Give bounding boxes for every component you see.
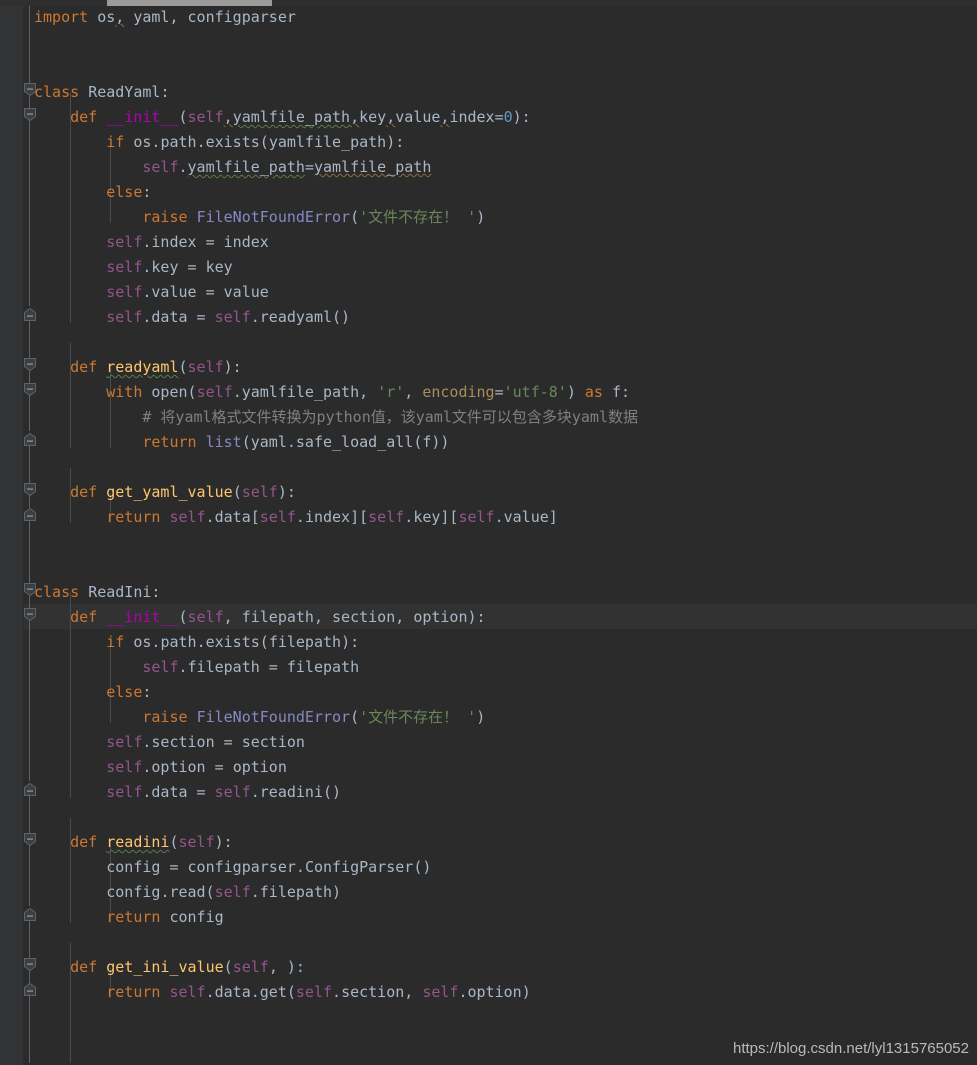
fold-marker-block-end-icon[interactable] bbox=[24, 908, 36, 921]
fold-rail bbox=[29, 518, 30, 585]
fold-marker-expanded-icon[interactable] bbox=[24, 958, 36, 971]
code-line[interactable]: if os.path.exists(filepath): bbox=[0, 630, 977, 655]
fold-rail bbox=[29, 620, 30, 781]
fold-marker-block-end-icon[interactable] bbox=[24, 508, 36, 521]
code-line[interactable]: self.option = option bbox=[0, 755, 977, 780]
fold-rail bbox=[29, 370, 30, 383]
fold-rail bbox=[29, 443, 30, 485]
code-content-area[interactable]: import os, yaml, configparser class Read… bbox=[0, 0, 977, 1065]
code-line[interactable]: config.read(self.filepath) bbox=[0, 880, 977, 905]
code-line[interactable]: self.index = index bbox=[0, 230, 977, 255]
code-line[interactable]: with open(self.yamlfile_path, 'r', encod… bbox=[0, 380, 977, 405]
code-line[interactable]: else: bbox=[0, 680, 977, 705]
code-line[interactable]: self.yamlfile_path=yamlfile_path bbox=[0, 155, 977, 180]
fold-marker-expanded-icon[interactable] bbox=[24, 108, 36, 121]
fold-marker-block-end-icon[interactable] bbox=[24, 783, 36, 796]
code-line[interactable]: self.key = key bbox=[0, 255, 977, 280]
code-line[interactable]: return config bbox=[0, 905, 977, 930]
code-line[interactable]: return list(yaml.safe_load_all(f)) bbox=[0, 430, 977, 455]
fold-marker-expanded-icon[interactable] bbox=[24, 833, 36, 846]
code-line[interactable]: self.value = value bbox=[0, 280, 977, 305]
fold-marker-expanded-icon[interactable] bbox=[24, 608, 36, 621]
code-line[interactable]: def get_yaml_value(self): bbox=[0, 480, 977, 505]
code-line[interactable]: class ReadYaml: bbox=[0, 80, 977, 105]
code-line[interactable]: class ReadIni: bbox=[0, 580, 977, 605]
code-editor[interactable]: import os, yaml, configparser class Read… bbox=[0, 0, 977, 1065]
fold-marker-block-end-icon[interactable] bbox=[24, 983, 36, 996]
code-line[interactable]: self.section = section bbox=[0, 730, 977, 755]
fold-rail bbox=[29, 993, 30, 1063]
code-line[interactable]: def __init__(self,yamlfile_path,key,valu… bbox=[0, 105, 977, 130]
code-line[interactable]: return self.data[self.index][self.key][s… bbox=[0, 505, 977, 530]
fold-rail bbox=[29, 6, 30, 86]
fold-marker-expanded-icon[interactable] bbox=[24, 583, 36, 596]
fold-marker-block-end-icon[interactable] bbox=[24, 308, 36, 321]
fold-marker-expanded-icon[interactable] bbox=[24, 83, 36, 96]
code-line[interactable]: raise FileNotFoundError('文件不存在！ ') bbox=[0, 705, 977, 730]
fold-marker-block-end-icon[interactable] bbox=[24, 433, 36, 446]
code-line[interactable]: self.filepath = filepath bbox=[0, 655, 977, 680]
horizontal-scrollbar-track[interactable] bbox=[0, 0, 977, 6]
code-line[interactable]: def __init__(self, filepath, section, op… bbox=[0, 605, 977, 630]
fold-rail bbox=[29, 120, 30, 306]
fold-rail bbox=[29, 970, 30, 983]
code-line[interactable]: self.data = self.readini() bbox=[0, 780, 977, 805]
code-line[interactable]: import os, yaml, configparser bbox=[0, 5, 977, 30]
code-line[interactable]: return self.data.get(self.section, self.… bbox=[0, 980, 977, 1005]
code-line[interactable]: def get_ini_value(self, ): bbox=[0, 955, 977, 980]
fold-rail bbox=[29, 395, 30, 431]
fold-marker-expanded-icon[interactable] bbox=[24, 483, 36, 496]
code-line[interactable]: def readyaml(self): bbox=[0, 355, 977, 380]
watermark-url: https://blog.csdn.net/lyl1315765052 bbox=[732, 1040, 969, 1057]
fold-marker-expanded-icon[interactable] bbox=[24, 383, 36, 396]
fold-rail bbox=[29, 318, 30, 360]
horizontal-scrollbar-thumb[interactable] bbox=[107, 0, 272, 6]
code-line[interactable]: def readini(self): bbox=[0, 830, 977, 855]
fold-rail bbox=[29, 495, 30, 508]
code-line[interactable]: config = configparser.ConfigParser() bbox=[0, 855, 977, 880]
fold-rail bbox=[29, 845, 30, 906]
code-line[interactable]: self.data = self.readyaml() bbox=[0, 305, 977, 330]
code-line[interactable]: else: bbox=[0, 180, 977, 205]
code-line[interactable]: raise FileNotFoundError('文件不存在！ ') bbox=[0, 205, 977, 230]
fold-rail bbox=[29, 918, 30, 960]
code-comment-line[interactable]: # 将yaml格式文件转换为python值，该yaml文件可以包含多块yaml数… bbox=[0, 405, 977, 430]
fold-rail bbox=[29, 793, 30, 835]
fold-marker-expanded-icon[interactable] bbox=[24, 358, 36, 371]
code-line[interactable]: if os.path.exists(yamlfile_path): bbox=[0, 130, 977, 155]
